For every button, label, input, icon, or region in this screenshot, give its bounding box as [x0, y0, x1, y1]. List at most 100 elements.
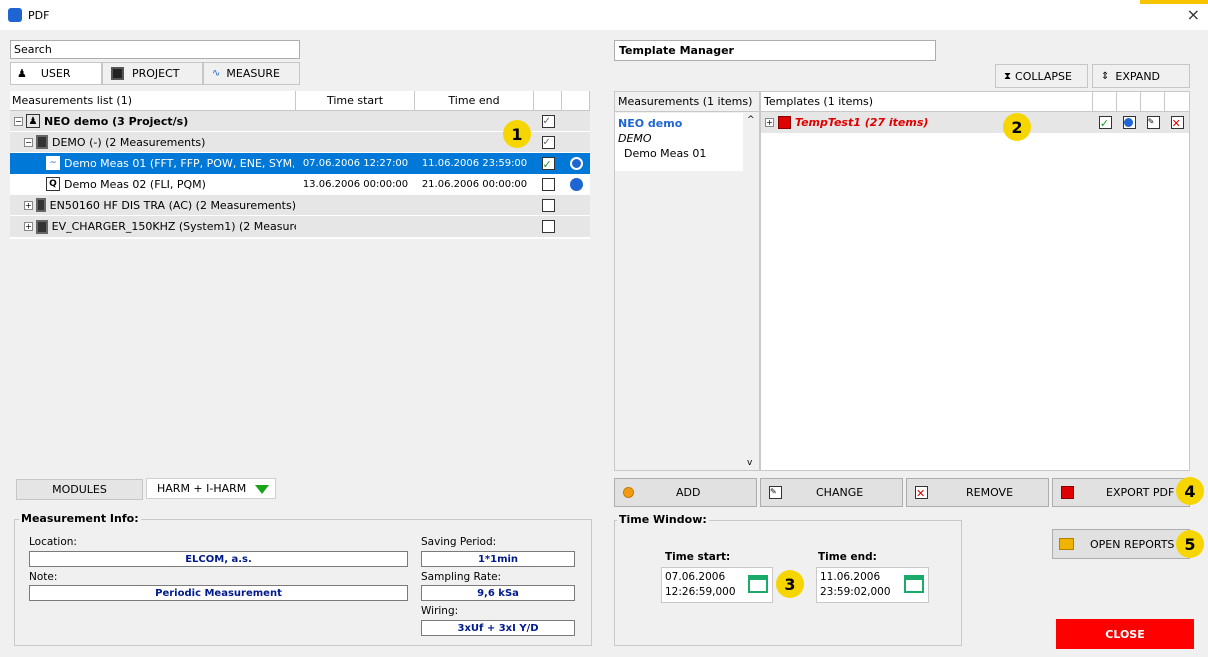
- row-checkbox[interactable]: [541, 220, 555, 233]
- note-label: Note:: [29, 571, 58, 583]
- delete-icon: ✕: [915, 486, 928, 500]
- remove-button[interactable]: ✕ REMOVE: [906, 478, 1049, 507]
- modules-button[interactable]: MODULES: [16, 479, 143, 500]
- row-checkbox-checked[interactable]: ✓: [541, 156, 555, 171]
- corner-decoration: [1140, 0, 1208, 4]
- location-field: ELCOM, a.s.: [29, 551, 408, 567]
- window-close-button[interactable]: ×: [1187, 5, 1200, 24]
- saving-period-label: Saving Period:: [421, 536, 497, 548]
- scroll-up-icon[interactable]: ^: [747, 115, 755, 125]
- app-logo-icon: [8, 8, 22, 22]
- close-button[interactable]: CLOSE: [1056, 619, 1194, 649]
- expand-icon: ⇕: [1101, 70, 1110, 82]
- template-row[interactable]: + TempTest1 (27 items) ✓ ✎ ✕: [761, 112, 1189, 133]
- scroll-down-icon[interactable]: v: [747, 458, 752, 468]
- column-check: [534, 91, 562, 110]
- collapse-button[interactable]: ⧗ COLLAPSE: [995, 64, 1088, 88]
- wiring-field: 3xUf + 3xI Y/D: [421, 620, 575, 636]
- column-time-end[interactable]: Time end: [415, 91, 534, 110]
- expand-icon[interactable]: +: [24, 222, 33, 231]
- template-manager-title: Template Manager: [614, 40, 936, 61]
- user-icon: ♟: [26, 114, 40, 128]
- column-measurements-list[interactable]: Measurements list (1): [10, 91, 296, 110]
- grid-header: Measurements list (1) Time start Time en…: [10, 91, 590, 111]
- edit-icon: ✎: [769, 486, 782, 499]
- column-info: [562, 91, 590, 110]
- grid-empty-area: [10, 239, 590, 469]
- modules-select[interactable]: HARM + I-HARM: [146, 478, 276, 499]
- calendar-icon[interactable]: [748, 575, 768, 593]
- column-time-start[interactable]: Time start: [296, 91, 415, 110]
- row-checkbox[interactable]: [541, 198, 555, 212]
- collapse-icon: ⧗: [1004, 70, 1012, 82]
- badge-2: 2: [1003, 113, 1031, 141]
- add-button[interactable]: ADD: [614, 478, 757, 507]
- measurement-info-group: Measurement Info: Location: ELCOM, a.s. …: [14, 512, 592, 646]
- badge-5: 5: [1176, 530, 1204, 558]
- open-reports-button[interactable]: OPEN REPORTS: [1052, 529, 1190, 559]
- pdf-icon: [778, 116, 791, 129]
- template-measurements-header: Measurements (1 items): [615, 92, 759, 112]
- add-icon: [623, 487, 634, 498]
- folder-icon: [1059, 538, 1074, 550]
- template-edit-icon[interactable]: ✎: [1146, 116, 1160, 129]
- badge-4: 4: [1176, 477, 1204, 505]
- table-row[interactable]: + EV_CHARGER_150KHZ (System1) (2 Measure…: [10, 216, 590, 237]
- calendar-icon[interactable]: [904, 575, 924, 593]
- table-row[interactable]: + EN50160 HF DIS TRA (AC) (2 Measurement…: [10, 195, 590, 216]
- saving-period-field: 1*1min: [421, 551, 575, 567]
- time-end-label: Time end:: [818, 551, 877, 563]
- wiring-label: Wiring:: [421, 605, 459, 617]
- sampling-rate-field: 9,6 kSa: [421, 585, 575, 601]
- template-info-icon[interactable]: [1122, 116, 1136, 129]
- window-title: PDF: [28, 8, 50, 22]
- collapse-icon[interactable]: −: [14, 116, 23, 126]
- tab-measure[interactable]: ∿ MEASURE: [203, 62, 300, 85]
- measurement-info-title: Measurement Info:: [19, 512, 141, 525]
- time-start-label: Time start:: [665, 551, 731, 563]
- badge-3: 3: [776, 570, 804, 598]
- view-tabs: ♟ USER PROJECT ∿ MEASURE: [10, 62, 300, 85]
- table-row[interactable]: ~ Demo Meas 01 (FFT, FFP, POW, ENE, SYM,…: [10, 152, 590, 174]
- template-check-icon[interactable]: ✓: [1098, 116, 1112, 130]
- scrollbar[interactable]: ^ v: [743, 113, 759, 470]
- list-item[interactable]: NEO demo: [618, 117, 743, 132]
- time-start-field[interactable]: 07.06.2006 12:26:59,000: [661, 567, 773, 603]
- template-delete-icon[interactable]: ✕: [1170, 116, 1184, 130]
- measure-icon: ∿: [212, 68, 221, 79]
- tab-project[interactable]: PROJECT: [102, 62, 203, 85]
- template-measurements-panel: Measurements (1 items) NEO demo DEMO Dem…: [614, 91, 760, 471]
- list-item[interactable]: Demo Meas 01: [618, 147, 743, 162]
- badge-1: 1: [503, 120, 531, 148]
- measure-icon: ~: [46, 156, 60, 170]
- project-icon: [35, 219, 48, 234]
- table-row[interactable]: Q Demo Meas 02 (FLI, PQM) 13.06.2006 00:…: [10, 174, 590, 195]
- row-checkbox[interactable]: ✓: [541, 114, 555, 128]
- row-checkbox[interactable]: [541, 177, 555, 191]
- pdf-icon: [1061, 486, 1074, 499]
- expand-icon[interactable]: +: [765, 118, 774, 127]
- export-pdf-button[interactable]: EXPORT PDF: [1052, 478, 1190, 507]
- dropdown-arrow-icon: [255, 485, 269, 494]
- info-icon[interactable]: [569, 177, 583, 191]
- row-checkbox[interactable]: ✓: [541, 135, 555, 149]
- time-window-title: Time Window:: [617, 513, 709, 526]
- tab-user[interactable]: ♟ USER: [10, 62, 102, 85]
- templates-panel: Templates (1 items) + TempTest1 (27 item…: [760, 91, 1190, 471]
- sampling-rate-label: Sampling Rate:: [421, 571, 502, 583]
- expand-icon[interactable]: +: [24, 200, 33, 210]
- project-icon: [111, 67, 124, 80]
- info-icon[interactable]: [569, 156, 583, 170]
- change-button[interactable]: ✎ CHANGE: [760, 478, 903, 507]
- search-field[interactable]: Search: [10, 40, 300, 59]
- measurements-grid: Measurements list (1) Time start Time en…: [10, 91, 590, 239]
- collapse-icon[interactable]: −: [24, 137, 33, 147]
- time-end-field[interactable]: 11.06.2006 23:59:02,000: [816, 567, 929, 603]
- list-item[interactable]: DEMO: [618, 132, 743, 147]
- location-label: Location:: [29, 536, 77, 548]
- note-field: Periodic Measurement: [29, 585, 408, 601]
- templates-header: Templates (1 items): [761, 92, 1189, 112]
- expand-button[interactable]: ⇕ EXPAND: [1092, 64, 1190, 88]
- project-icon: [35, 198, 46, 212]
- template-measurements-list[interactable]: NEO demo DEMO Demo Meas 01: [615, 113, 743, 171]
